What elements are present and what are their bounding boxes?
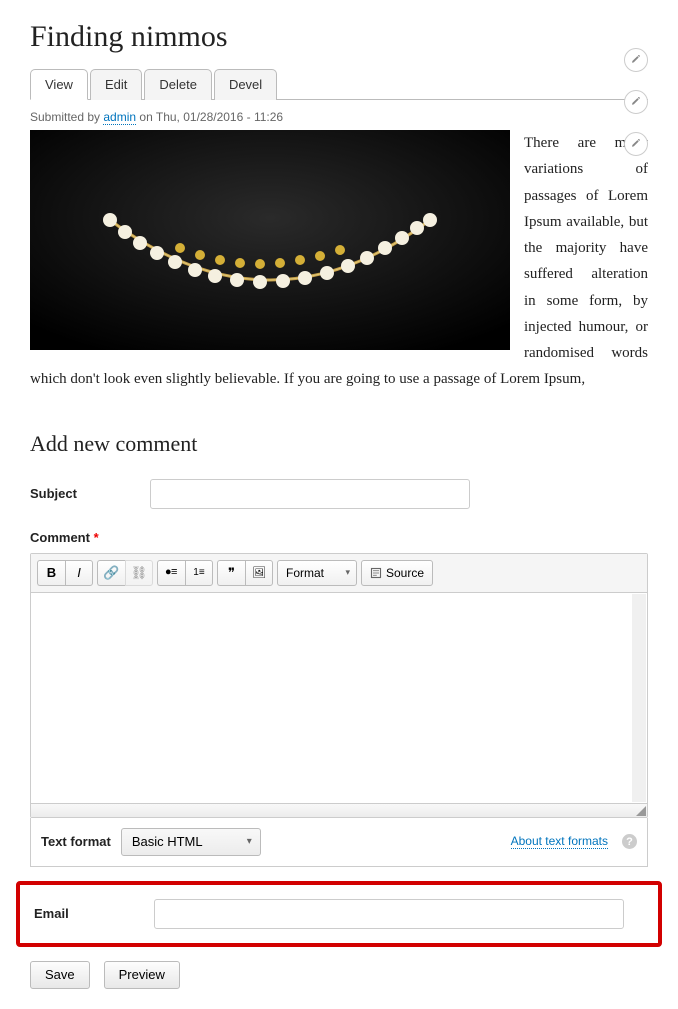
- subject-input[interactable]: [150, 479, 470, 509]
- number-list-icon: 1≡: [193, 567, 204, 578]
- primary-tabs: View Edit Delete Devel: [30, 68, 648, 100]
- submitted-prefix: Submitted by: [30, 110, 103, 124]
- editor-scrollbar[interactable]: [632, 594, 646, 802]
- tab-devel[interactable]: Devel: [214, 69, 277, 100]
- page-container: Finding nimmos View Edit Delete Devel Su…: [0, 0, 678, 1009]
- resize-handle-icon[interactable]: [636, 806, 646, 816]
- editor-toolbar: B I 🔗 ⛓ ⦁≡ 1≡ ❞ 🖼 Format Source: [31, 554, 647, 593]
- quote-icon: ❞: [228, 565, 235, 581]
- source-button[interactable]: Source: [361, 560, 433, 586]
- edit-icon-button-3[interactable]: [624, 132, 648, 156]
- pencil-icon: [631, 55, 642, 66]
- comment-label-text: Comment: [30, 530, 90, 545]
- article-body-wrap: There are many variations of passages of…: [30, 130, 648, 393]
- subject-label: Subject: [30, 486, 150, 501]
- source-label: Source: [386, 566, 424, 580]
- preview-button[interactable]: Preview: [104, 961, 180, 989]
- help-icon[interactable]: ?: [622, 834, 637, 849]
- text-format-select[interactable]: Basic HTML: [121, 828, 261, 856]
- number-list-button[interactable]: 1≡: [185, 560, 213, 586]
- bullet-list-button[interactable]: ⦁≡: [157, 560, 185, 586]
- comment-label: Comment *: [30, 530, 99, 545]
- about-text-formats-link[interactable]: About text formats: [511, 834, 608, 849]
- toolbar-group-text: B I: [37, 560, 93, 586]
- link-button[interactable]: 🔗: [97, 560, 125, 586]
- format-dropdown[interactable]: Format: [277, 560, 357, 586]
- tab-view[interactable]: View: [30, 69, 88, 100]
- save-button[interactable]: Save: [30, 961, 90, 989]
- editor-footer: [31, 803, 647, 817]
- email-label: Email: [34, 906, 154, 921]
- email-input[interactable]: [154, 899, 624, 929]
- format-dropdown-label: Format: [286, 566, 324, 580]
- contextual-edit-icons: [624, 48, 648, 156]
- necklace-image-icon: [30, 130, 510, 350]
- tab-delete[interactable]: Delete: [144, 69, 212, 100]
- italic-icon: I: [77, 565, 81, 580]
- unlink-button[interactable]: ⛓: [125, 560, 153, 586]
- text-format-value: Basic HTML: [132, 834, 203, 849]
- add-comment-heading: Add new comment: [30, 431, 648, 457]
- italic-button[interactable]: I: [65, 560, 93, 586]
- image-icon: 🖼: [252, 566, 266, 579]
- rich-text-editor: B I 🔗 ⛓ ⦁≡ 1≡ ❞ 🖼 Format Source: [30, 553, 648, 818]
- image-button[interactable]: 🖼: [245, 560, 273, 586]
- pencil-icon: [631, 97, 642, 108]
- submitted-date: Thu, 01/28/2016 - 11:26: [156, 110, 283, 124]
- pencil-icon: [631, 139, 642, 150]
- tab-edit[interactable]: Edit: [90, 69, 142, 100]
- toolbar-group-link: 🔗 ⛓: [97, 560, 153, 586]
- toolbar-group-block: ❞ 🖼: [217, 560, 273, 586]
- form-actions: Save Preview: [30, 961, 648, 989]
- blockquote-button[interactable]: ❞: [217, 560, 245, 586]
- comment-label-row: Comment *: [30, 529, 648, 547]
- edit-icon-button-1[interactable]: [624, 48, 648, 72]
- bold-button[interactable]: B: [37, 560, 65, 586]
- date-prefix: on: [136, 110, 156, 124]
- submitted-meta: Submitted by admin on Thu, 01/28/2016 - …: [30, 110, 648, 124]
- bold-icon: B: [47, 565, 56, 580]
- author-link[interactable]: admin: [103, 110, 136, 125]
- toolbar-group-list: ⦁≡ 1≡: [157, 560, 213, 586]
- link-icon: 🔗: [103, 565, 119, 581]
- bullet-list-icon: ⦁≡: [166, 566, 178, 579]
- source-icon: [370, 567, 382, 579]
- text-format-label: Text format: [41, 834, 111, 849]
- editor-textarea[interactable]: [31, 593, 647, 803]
- required-mark: *: [94, 530, 99, 545]
- page-title: Finding nimmos: [30, 20, 648, 54]
- text-format-bar: Text format Basic HTML About text format…: [30, 818, 648, 867]
- edit-icon-button-2[interactable]: [624, 90, 648, 114]
- unlink-icon: ⛓: [131, 565, 148, 581]
- subject-row: Subject: [30, 479, 648, 509]
- article-image: [30, 130, 510, 350]
- email-highlight-box: Email: [16, 881, 662, 947]
